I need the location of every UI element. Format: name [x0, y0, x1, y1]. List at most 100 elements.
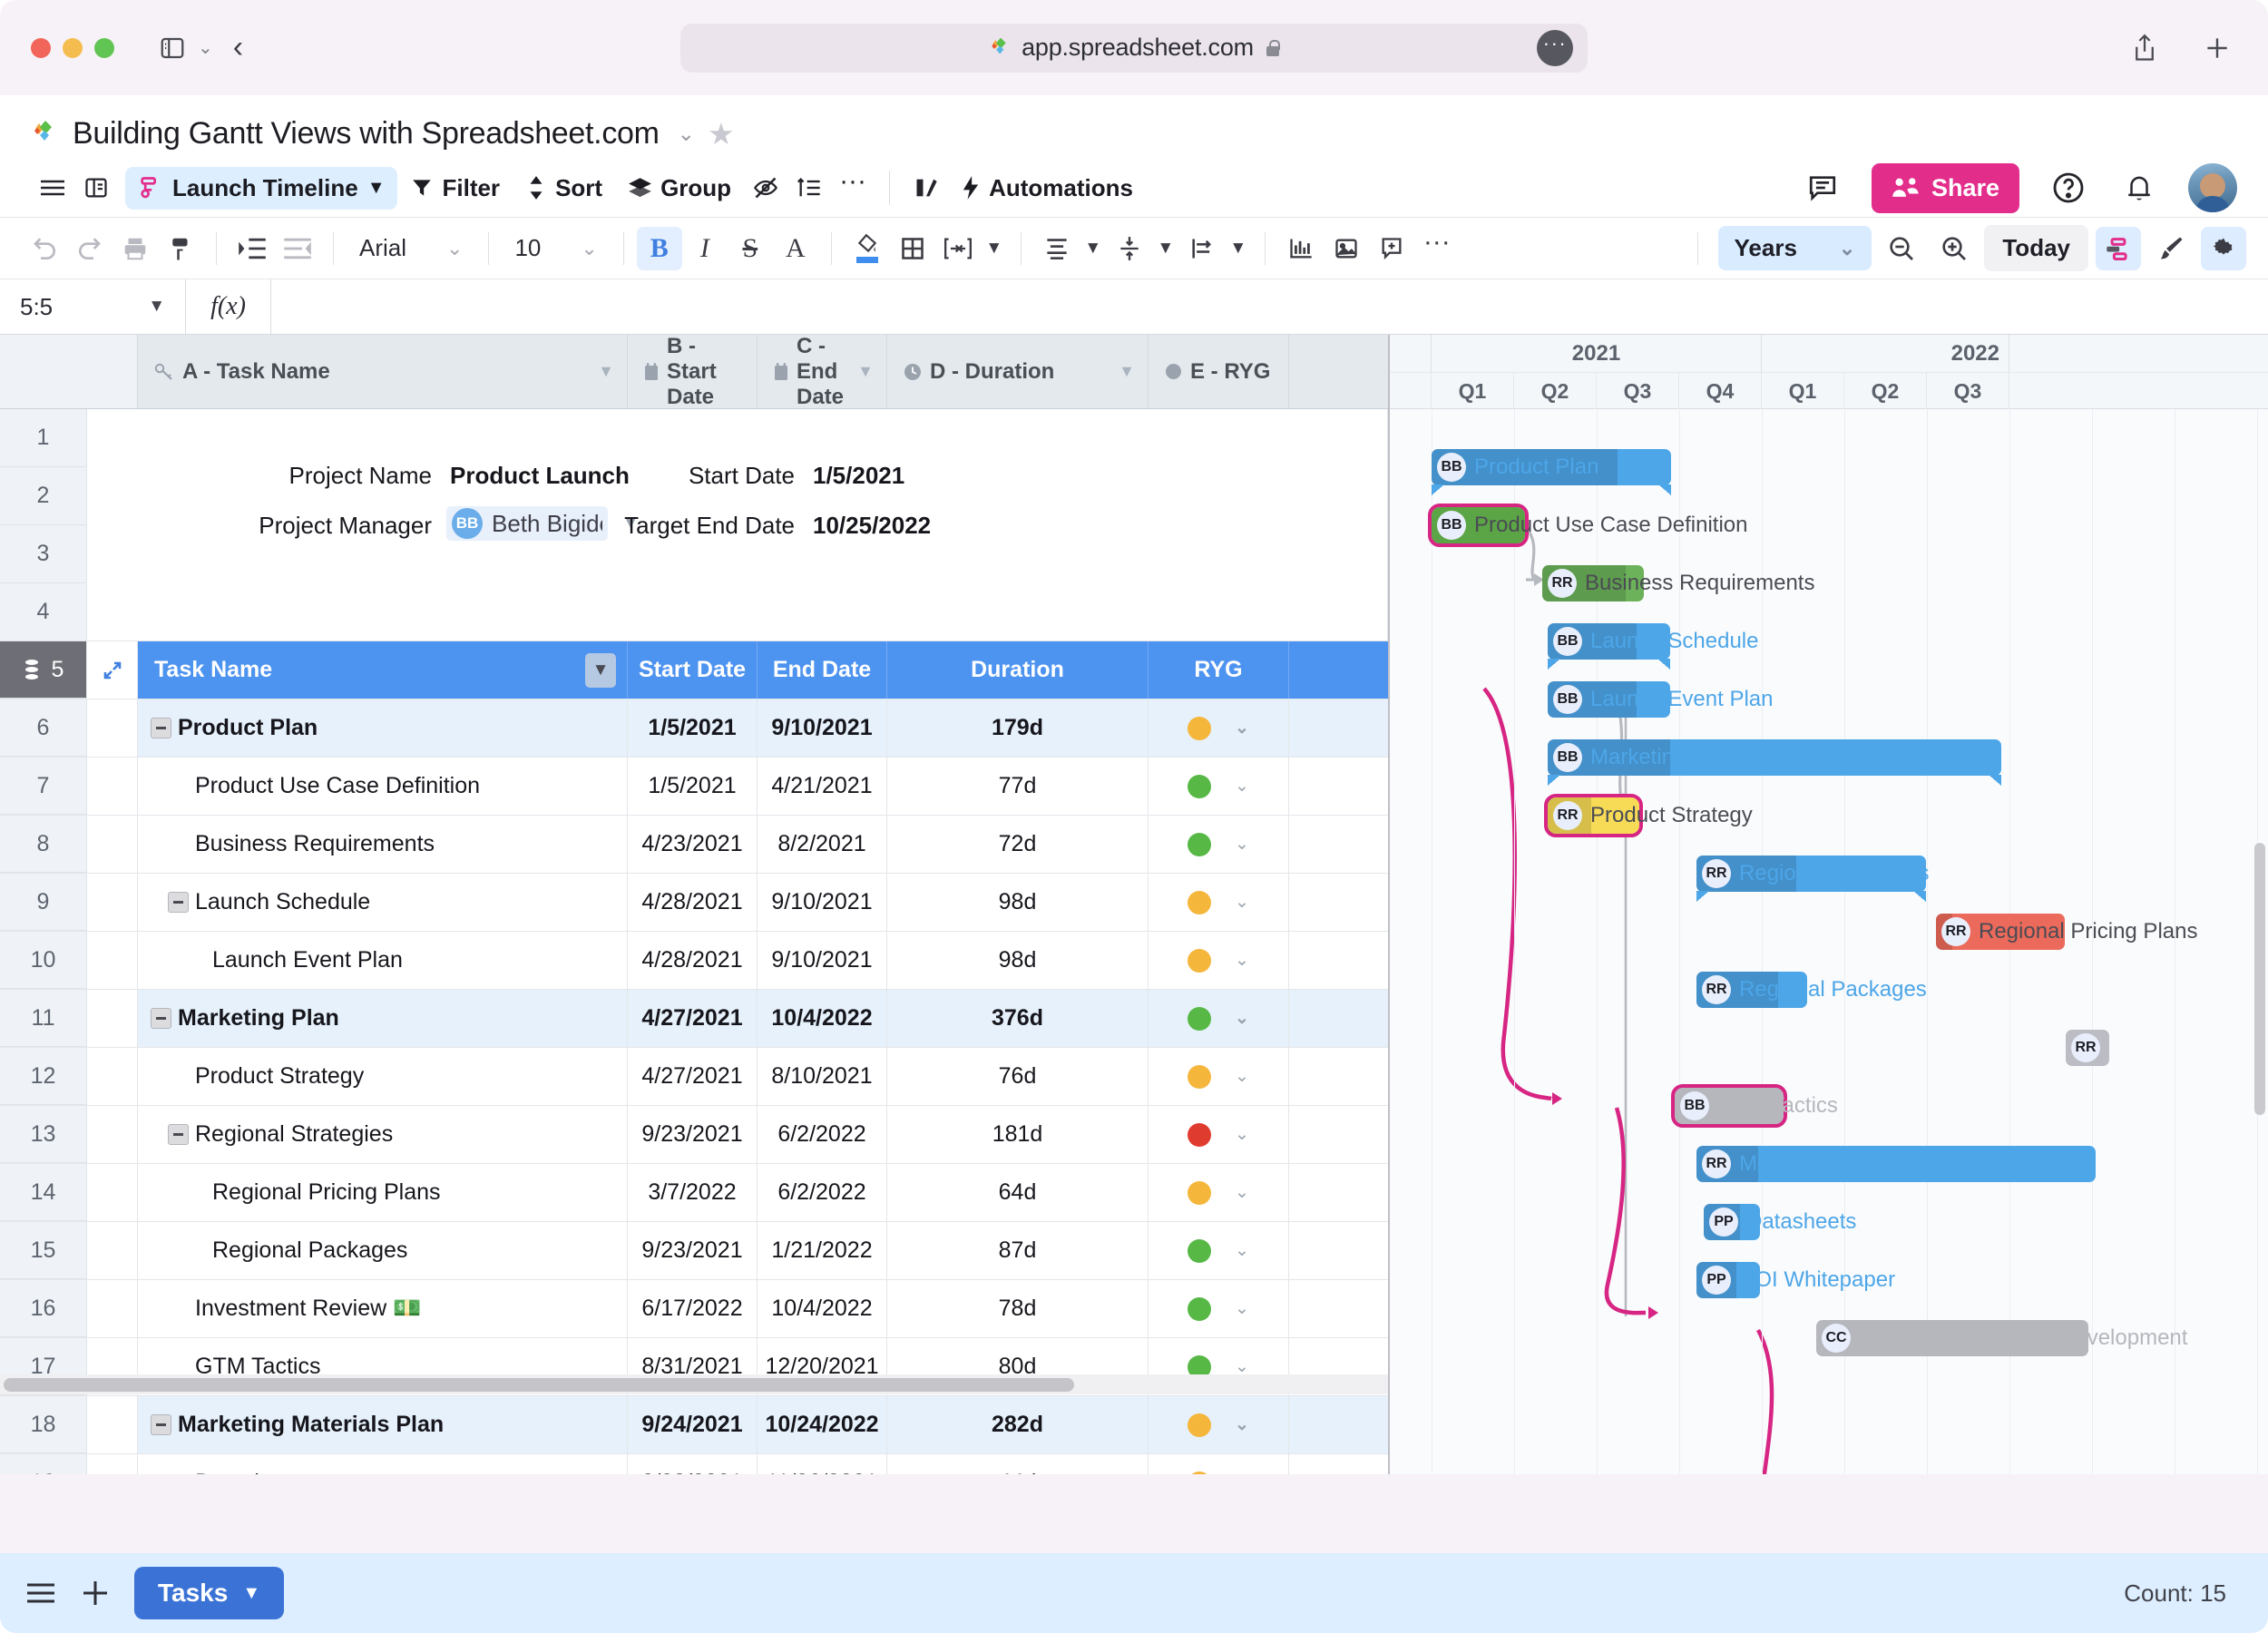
cell-end-date[interactable]: 4/21/2021	[758, 758, 887, 815]
bold-button[interactable]: B	[636, 226, 682, 270]
row-expand-gutter[interactable]	[87, 699, 138, 757]
gantt-bar[interactable]: PP Datasheets	[1704, 1204, 1856, 1240]
row-number-13[interactable]: 13	[0, 1106, 87, 1163]
cell-ryg[interactable]: ⌄	[1149, 1048, 1289, 1105]
maximize-window-button[interactable]	[94, 37, 114, 58]
ryg-dropdown-icon[interactable]: ⌄	[1235, 1124, 1249, 1145]
row-expand-gutter[interactable]	[87, 816, 138, 873]
cell-duration[interactable]: 72d	[887, 816, 1149, 873]
row-number-19[interactable]: 19	[0, 1454, 87, 1474]
ryg-dropdown-icon[interactable]: ⌄	[1235, 776, 1249, 797]
vertical-align-icon[interactable]	[1107, 227, 1152, 270]
gantt-bar[interactable]: BB Product Use Case Definition	[1428, 504, 1747, 547]
cell-start-date[interactable]: 4/28/2021	[628, 932, 758, 989]
valign-dropdown-caret-icon[interactable]: ▼	[1152, 227, 1179, 270]
fill-color-icon[interactable]	[845, 227, 890, 270]
font-family-select[interactable]: Arial ⌄	[347, 234, 475, 262]
cell-end-date[interactable]: 9/10/2021	[758, 874, 887, 931]
cell-ryg[interactable]: ⌄	[1149, 1164, 1289, 1221]
close-window-button[interactable]	[31, 37, 51, 58]
ryg-dropdown-icon[interactable]: ⌄	[1235, 1298, 1249, 1319]
ryg-dropdown-icon[interactable]: ⌄	[1235, 1414, 1249, 1435]
column-c-dropdown-icon[interactable]: ▼	[857, 362, 874, 381]
row-number-8[interactable]: 8	[0, 816, 87, 873]
select-all-corner[interactable]	[0, 335, 138, 408]
table-row[interactable]: 9 Launch Schedule 4/28/2021 9/10/2021 98d ⌄	[0, 874, 1388, 932]
cell-ryg[interactable]: ⌄	[1149, 1280, 1289, 1337]
cell-start-date[interactable]: 1/5/2021	[628, 758, 758, 815]
automations-button[interactable]: Automations	[948, 169, 1146, 208]
cell-start-date[interactable]: 9/23/2021	[628, 1222, 758, 1279]
redo-icon[interactable]	[67, 227, 112, 270]
gantt-bar[interactable]: BB Launch Schedule	[1548, 623, 1758, 670]
favorite-star-icon[interactable]: ★	[708, 116, 735, 152]
task-name-filter-button[interactable]: ▼	[585, 652, 616, 688]
row-collapse-toggle-icon[interactable]	[168, 892, 189, 913]
gantt-vertical-scrollbar[interactable]	[2254, 843, 2265, 1115]
add-sheet-icon[interactable]	[80, 1578, 111, 1609]
minimize-window-button[interactable]	[63, 37, 83, 58]
filter-button[interactable]: Filter	[397, 169, 513, 208]
share-icon[interactable]	[2125, 28, 2165, 68]
row-number-7[interactable]: 7	[0, 758, 87, 815]
gantt-toggle-icon[interactable]	[2096, 226, 2141, 270]
row-collapse-toggle-icon[interactable]	[168, 1124, 189, 1145]
comment-icon[interactable]	[1801, 167, 1844, 209]
insert-image-icon[interactable]	[1324, 227, 1369, 270]
gantt-bar[interactable]: RR Regional Pricing Plans	[1936, 914, 2197, 950]
cell-start-date[interactable]: 6/17/2022	[628, 1280, 758, 1337]
view-selector-launch-timeline[interactable]: Launch Timeline ▼	[125, 166, 398, 210]
gantt-bar[interactable]: RR Marketing Materials Plan	[1696, 1146, 2096, 1182]
row-number-12[interactable]: 12	[0, 1048, 87, 1105]
cell-duration[interactable]: 77d	[887, 758, 1149, 815]
row-number-18[interactable]: 18	[0, 1396, 87, 1453]
user-avatar[interactable]	[2188, 163, 2237, 212]
cell-start-date[interactable]: 1/5/2021	[628, 699, 758, 757]
ryg-dropdown-icon[interactable]: ⌄	[1235, 1066, 1249, 1087]
gantt-bars-area[interactable]: BB Product Plan BB Product Use Case Definit…	[1390, 409, 2268, 1474]
cell-start-date[interactable]: 4/27/2021	[628, 990, 758, 1047]
print-icon[interactable]	[112, 227, 158, 270]
row-expand-gutter[interactable]	[87, 1164, 138, 1221]
gear-icon[interactable]	[2201, 226, 2246, 270]
cell-task-name[interactable]: Datasheets	[138, 1454, 628, 1474]
ryg-dropdown-icon[interactable]: ⌄	[1235, 892, 1249, 913]
row-expand-gutter[interactable]	[87, 1454, 138, 1474]
notification-bell-icon[interactable]	[2117, 167, 2161, 209]
zoom-out-icon[interactable]	[1879, 227, 1924, 270]
row-expand-gutter[interactable]	[87, 932, 138, 989]
row-number-1[interactable]: 1	[0, 409, 87, 467]
row-number-4[interactable]: 4	[0, 583, 87, 641]
ryg-dropdown-icon[interactable]: ⌄	[1235, 834, 1249, 855]
cell-ryg[interactable]: ⌄	[1149, 699, 1289, 757]
gantt-bar[interactable]: BB Product Plan	[1432, 449, 1671, 495]
cell-task-name[interactable]: Marketing Plan	[138, 990, 628, 1047]
row-number-6[interactable]: 6	[0, 699, 87, 757]
table-row[interactable]: 11 Marketing Plan 4/27/2021 10/4/2022 376d ⌄	[0, 990, 1388, 1048]
cell-duration[interactable]: 98d	[887, 874, 1149, 931]
table-header-duration[interactable]: Duration	[887, 641, 1149, 699]
cell-start-date[interactable]: 9/23/2021	[628, 1106, 758, 1163]
align-dropdown-caret-icon[interactable]: ▼	[1080, 227, 1107, 270]
cell-start-date[interactable]: 9/24/2021	[628, 1396, 758, 1453]
row-expand-gutter[interactable]	[87, 874, 138, 931]
table-row[interactable]: 8 Business Requirements 4/23/2021 8/2/2021 7…	[0, 816, 1388, 874]
cell-duration[interactable]: 179d	[887, 699, 1149, 757]
cell-ryg[interactable]: ⌄	[1149, 1454, 1289, 1474]
cell-end-date[interactable]: 10/4/2022	[758, 990, 887, 1047]
url-bar[interactable]: app.spreadsheet.com ···	[680, 23, 1588, 73]
table-header-start-date[interactable]: Start Date	[628, 641, 758, 699]
cell-start-date[interactable]: 4/23/2021	[628, 816, 758, 873]
text-wrap-icon[interactable]	[1179, 227, 1225, 270]
table-header-end-date[interactable]: End Date	[758, 641, 887, 699]
gantt-bar[interactable]: RR Regional Packages	[1696, 972, 1927, 1008]
help-circle-icon[interactable]	[2047, 167, 2090, 209]
strikethrough-button[interactable]: S	[728, 227, 773, 270]
ryg-dropdown-icon[interactable]: ⌄	[1235, 1472, 1249, 1474]
cell-ryg[interactable]: ⌄	[1149, 1222, 1289, 1279]
sidebar-dropdown-chevron-icon[interactable]: ⌄	[198, 36, 213, 59]
row-expand-gutter[interactable]	[87, 1222, 138, 1279]
gantt-bar[interactable]: RR Regional Strategies	[1696, 856, 1929, 902]
cell-ryg[interactable]: ⌄	[1149, 932, 1289, 989]
indent-increase-icon[interactable]	[230, 227, 275, 270]
